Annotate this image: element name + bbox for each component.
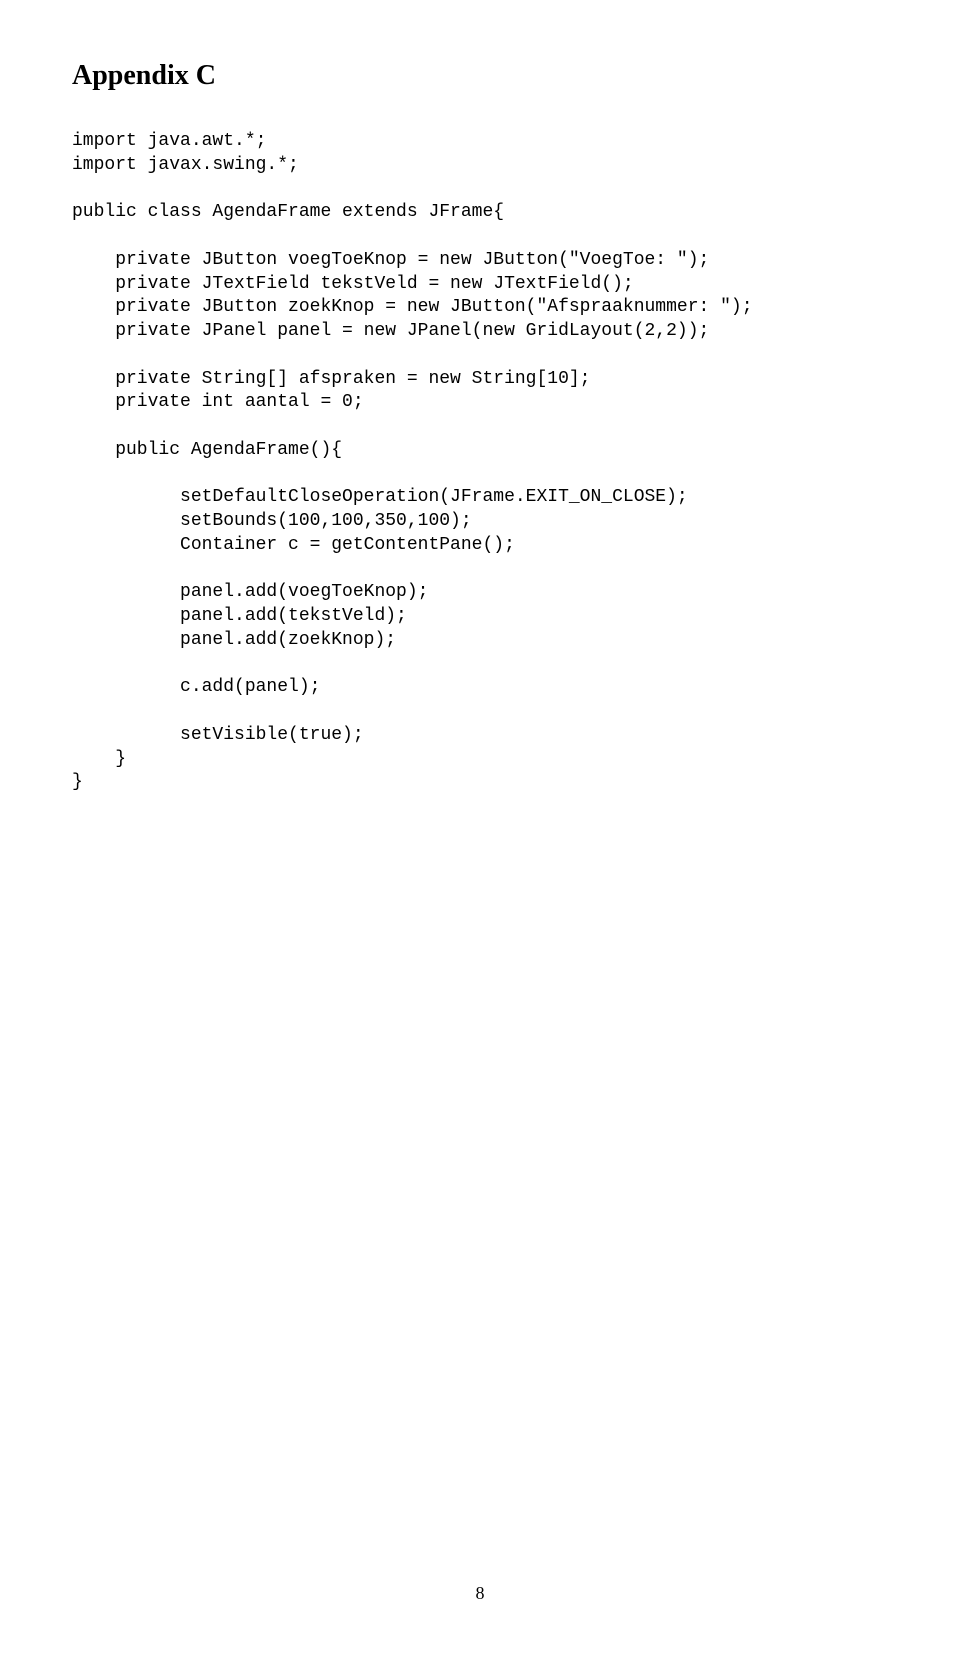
code-block: import java.awt.*; import javax.swing.*;… — [72, 130, 888, 795]
document-page: Appendix C import java.awt.*; import jav… — [0, 0, 960, 795]
page-number: 8 — [0, 1583, 960, 1604]
appendix-heading: Appendix C — [72, 60, 888, 92]
